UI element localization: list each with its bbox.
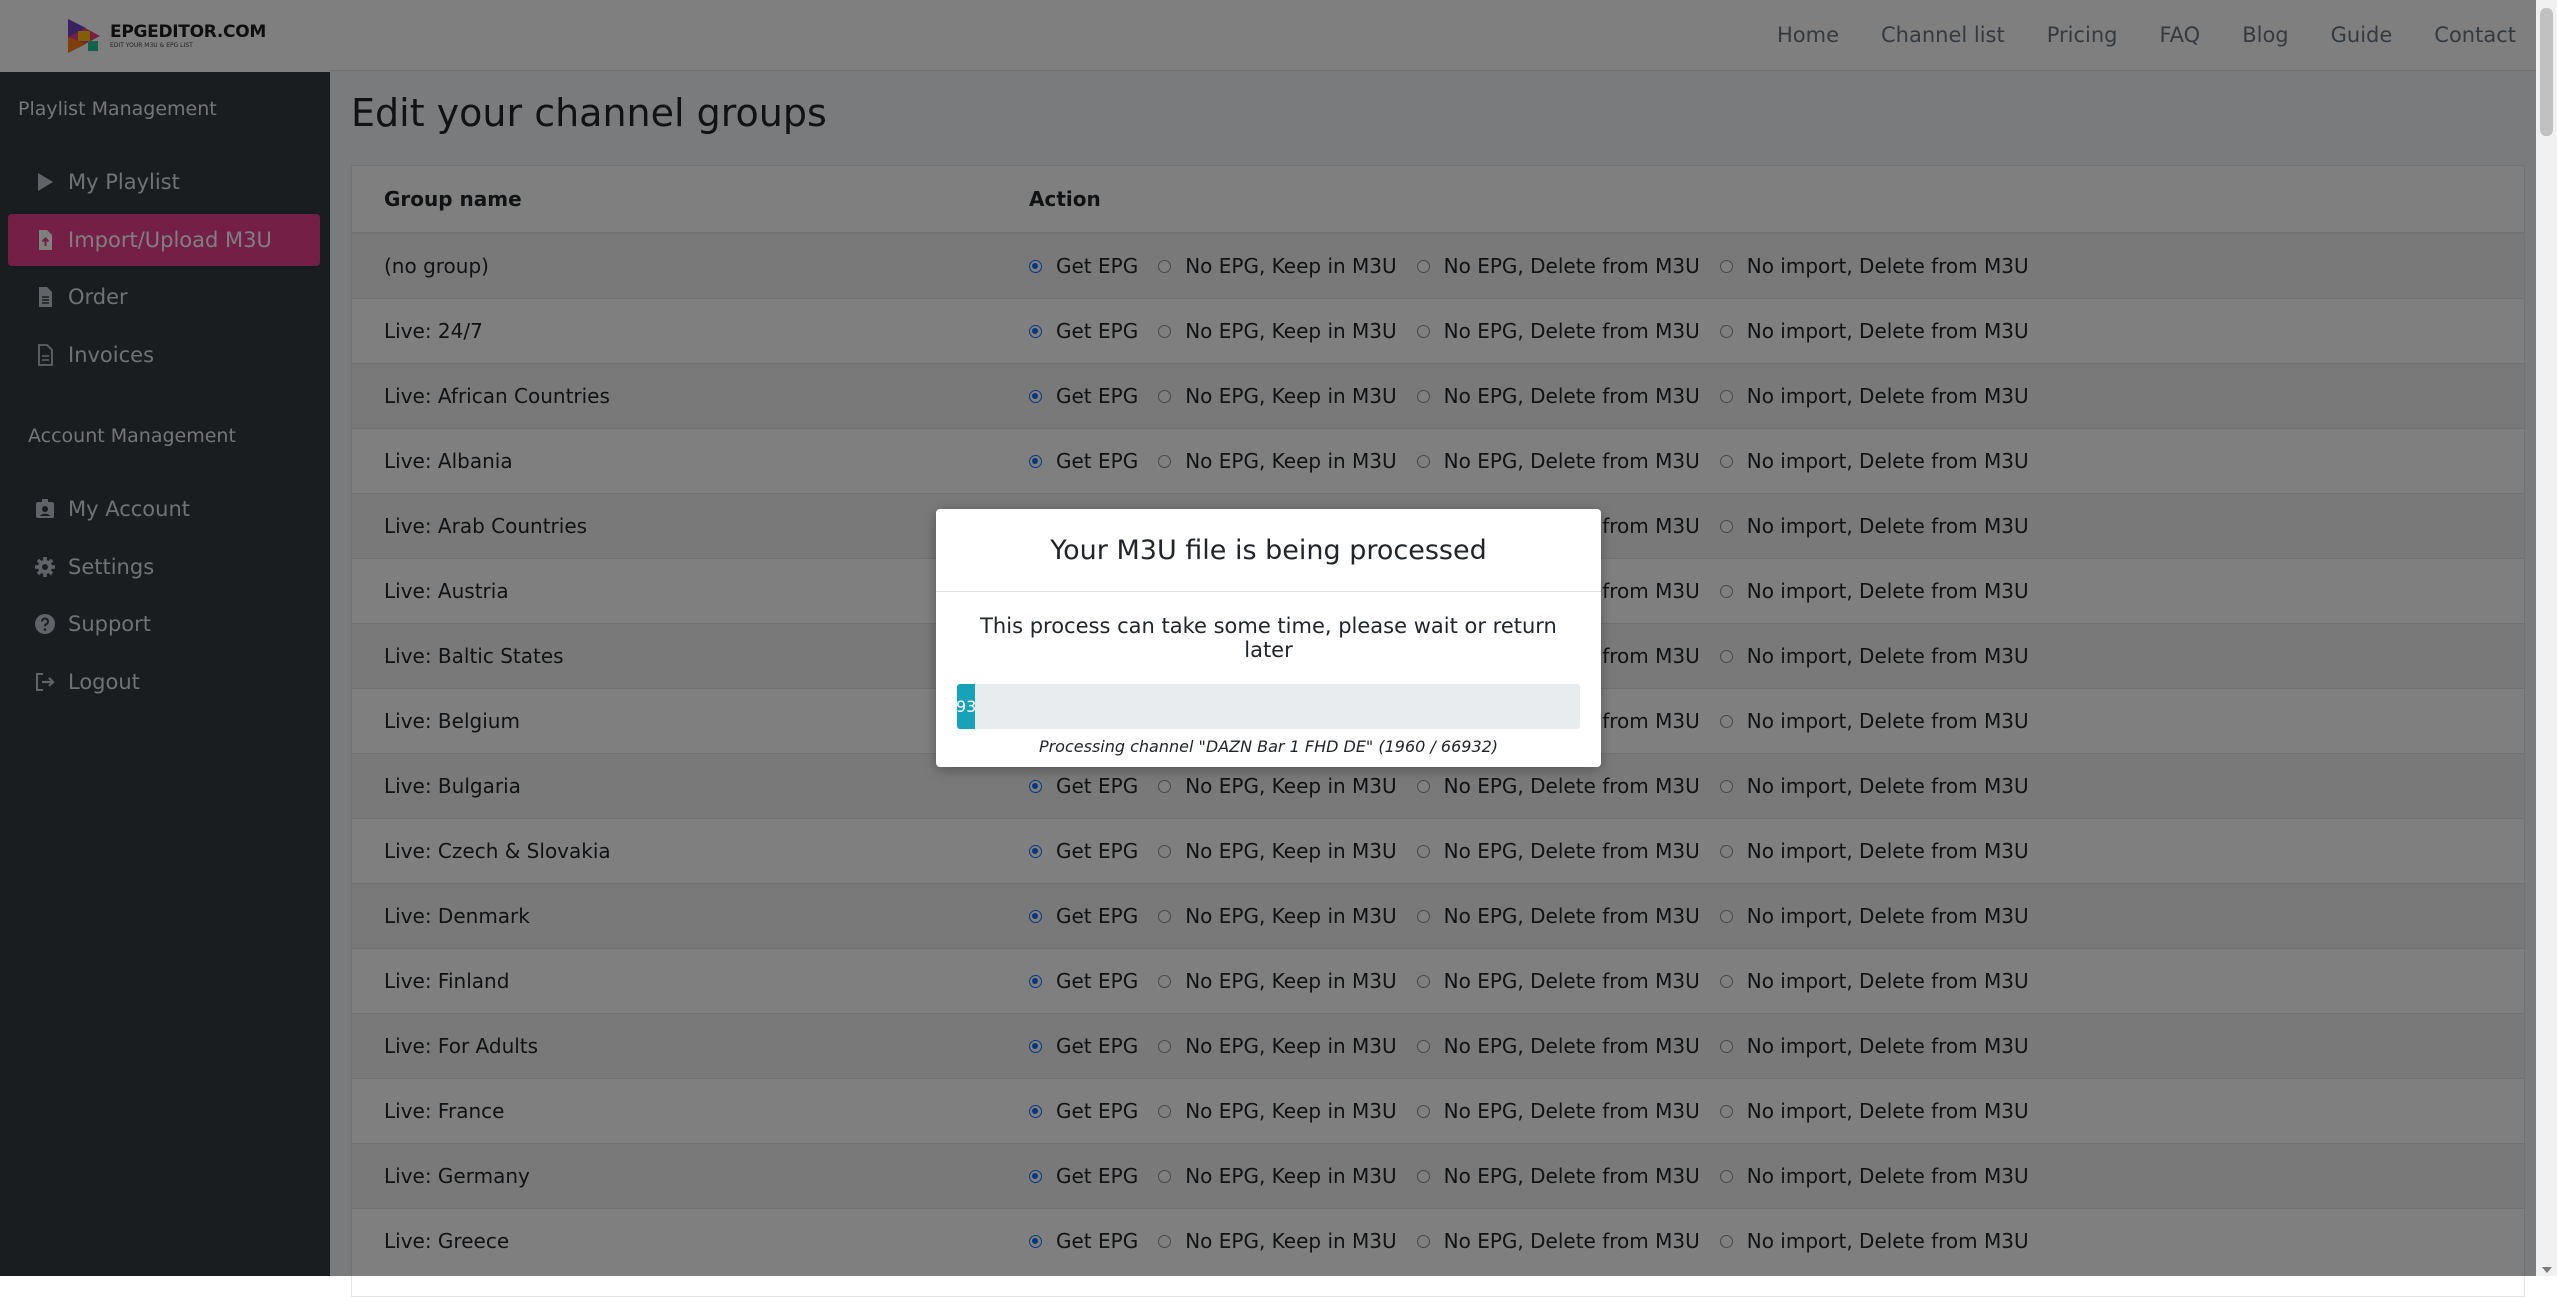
scrollbar-thumb[interactable] [2540, 8, 2553, 136]
modal-body: This process can take some time, please … [936, 614, 1601, 756]
progress-track: 2.93% [957, 684, 1580, 729]
processing-modal: Your M3U file is being processed This pr… [936, 509, 1601, 767]
modal-message: This process can take some time, please … [980, 614, 1557, 662]
progress-status: Processing channel "DAZN Bar 1 FHD DE" (… [1038, 737, 1499, 756]
scroll-down-arrow-icon[interactable] [2542, 1267, 2552, 1273]
page-scrollbar[interactable] [2536, 0, 2557, 1276]
progress-bar: 2.93% [957, 684, 976, 729]
modal-title: Your M3U file is being processed [1050, 534, 1487, 566]
modal-header: Your M3U file is being processed [936, 509, 1601, 592]
